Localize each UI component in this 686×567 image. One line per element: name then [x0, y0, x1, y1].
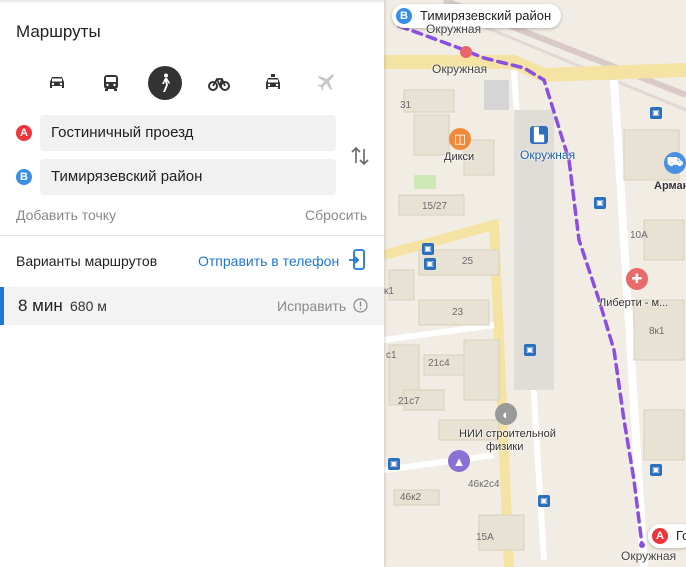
point-b-pin: B: [396, 8, 412, 24]
fix-route-button[interactable]: Исправить: [277, 298, 346, 314]
shop-icon[interactable]: ◫: [449, 128, 471, 150]
building-number: 21с7: [398, 396, 420, 407]
point-b-marker: B: [16, 169, 32, 185]
map-point-a-label: Го: [676, 528, 686, 543]
bus-stop-icon[interactable]: ▣: [524, 344, 536, 356]
map-view[interactable]: B Тимирязевский район A Го Окружная Окру…: [384, 0, 686, 567]
building-number: с1: [386, 350, 397, 361]
station-icon[interactable]: ▙: [530, 126, 548, 144]
poi-label: Арман: [654, 180, 686, 192]
send-to-phone-button[interactable]: Отправить в телефон: [198, 253, 339, 269]
taxi-icon: [266, 74, 280, 89]
medical-icon[interactable]: ✚: [626, 268, 648, 290]
reset-button[interactable]: Сбросить: [305, 207, 367, 223]
destination-field[interactable]: Тимирязевский район: [40, 159, 336, 195]
bike-mode-button[interactable]: [202, 66, 236, 100]
phone-send-icon[interactable]: [348, 249, 366, 271]
building-number: к1: [384, 286, 394, 297]
bus-stop-icon[interactable]: ▣: [388, 458, 400, 470]
route-distance: 680 м: [70, 298, 107, 314]
car-icon: [50, 77, 64, 88]
taxi-mode-button[interactable]: [256, 66, 290, 100]
shop-label: Дикси: [444, 151, 475, 163]
building-number: 31: [400, 100, 412, 111]
street-label: Окружная: [621, 549, 677, 563]
walk-mode-button[interactable]: [148, 66, 182, 100]
building-number: 8к1: [649, 326, 665, 337]
street-label: Окружная: [432, 62, 488, 76]
map-point-b-label: Тимирязевский район: [420, 8, 552, 23]
route-option[interactable]: 8 мин 680 м Исправить: [0, 287, 384, 325]
map-point-a-chip[interactable]: A Го: [648, 524, 686, 548]
poi-label: НИИ строительной: [459, 428, 556, 440]
routes-panel: Маршруты A Гостиничный проезд B Тимирязе…: [0, 0, 384, 567]
landmark-icon[interactable]: ▲: [448, 450, 470, 472]
divider: [0, 235, 384, 236]
bus-stop-icon[interactable]: ▣: [650, 464, 662, 476]
poi-label: физики: [486, 441, 524, 453]
bus-mode-button[interactable]: [94, 66, 128, 100]
institute-icon[interactable]: ◐: [495, 403, 517, 425]
bus-stop-icon[interactable]: ▣: [424, 258, 436, 270]
route-variants-label: Варианты маршрутов: [16, 253, 158, 269]
pedestrian-icon: [162, 73, 170, 92]
bus-stop-icon[interactable]: ▣: [594, 197, 606, 209]
station-label: Окружная: [520, 148, 576, 162]
building-number: 21с4: [428, 358, 450, 369]
transport-mode-bar: [0, 66, 384, 100]
route-time: 8 мин: [18, 296, 63, 315]
building-number: 15/27: [422, 201, 448, 212]
street-label: Окружная: [426, 22, 482, 36]
plane-mode-button[interactable]: [310, 66, 344, 100]
panel-top-edge: [0, 0, 384, 4]
bus-stop-icon[interactable]: ▣: [422, 243, 434, 255]
bus-stop-icon[interactable]: ▣: [650, 107, 662, 119]
poi-label: Либерти - м...: [599, 297, 669, 309]
origin-field[interactable]: Гостиничный проезд: [40, 115, 336, 151]
car-service-icon[interactable]: ⛟: [664, 152, 686, 174]
building-number: 46к2: [400, 492, 422, 503]
bus-stop-icon[interactable]: ▣: [538, 495, 550, 507]
point-a-marker: A: [16, 125, 32, 141]
swap-points-icon[interactable]: [349, 145, 371, 167]
bicycle-icon: [208, 78, 230, 91]
building-number: 25: [462, 256, 474, 267]
route-selected-indicator: [0, 287, 4, 325]
bus-icon: [104, 75, 118, 91]
building-number: 15А: [476, 532, 494, 543]
add-point-button[interactable]: Добавить точку: [16, 207, 116, 223]
building-number: 46к2с4: [468, 479, 500, 490]
point-a-pin: A: [652, 528, 668, 544]
panel-title: Маршруты: [16, 22, 101, 41]
car-mode-button[interactable]: [40, 66, 74, 100]
plane-icon: [318, 74, 334, 91]
building-number: 23: [452, 307, 464, 318]
info-icon[interactable]: [353, 298, 368, 313]
building-number: 10А: [630, 230, 648, 241]
